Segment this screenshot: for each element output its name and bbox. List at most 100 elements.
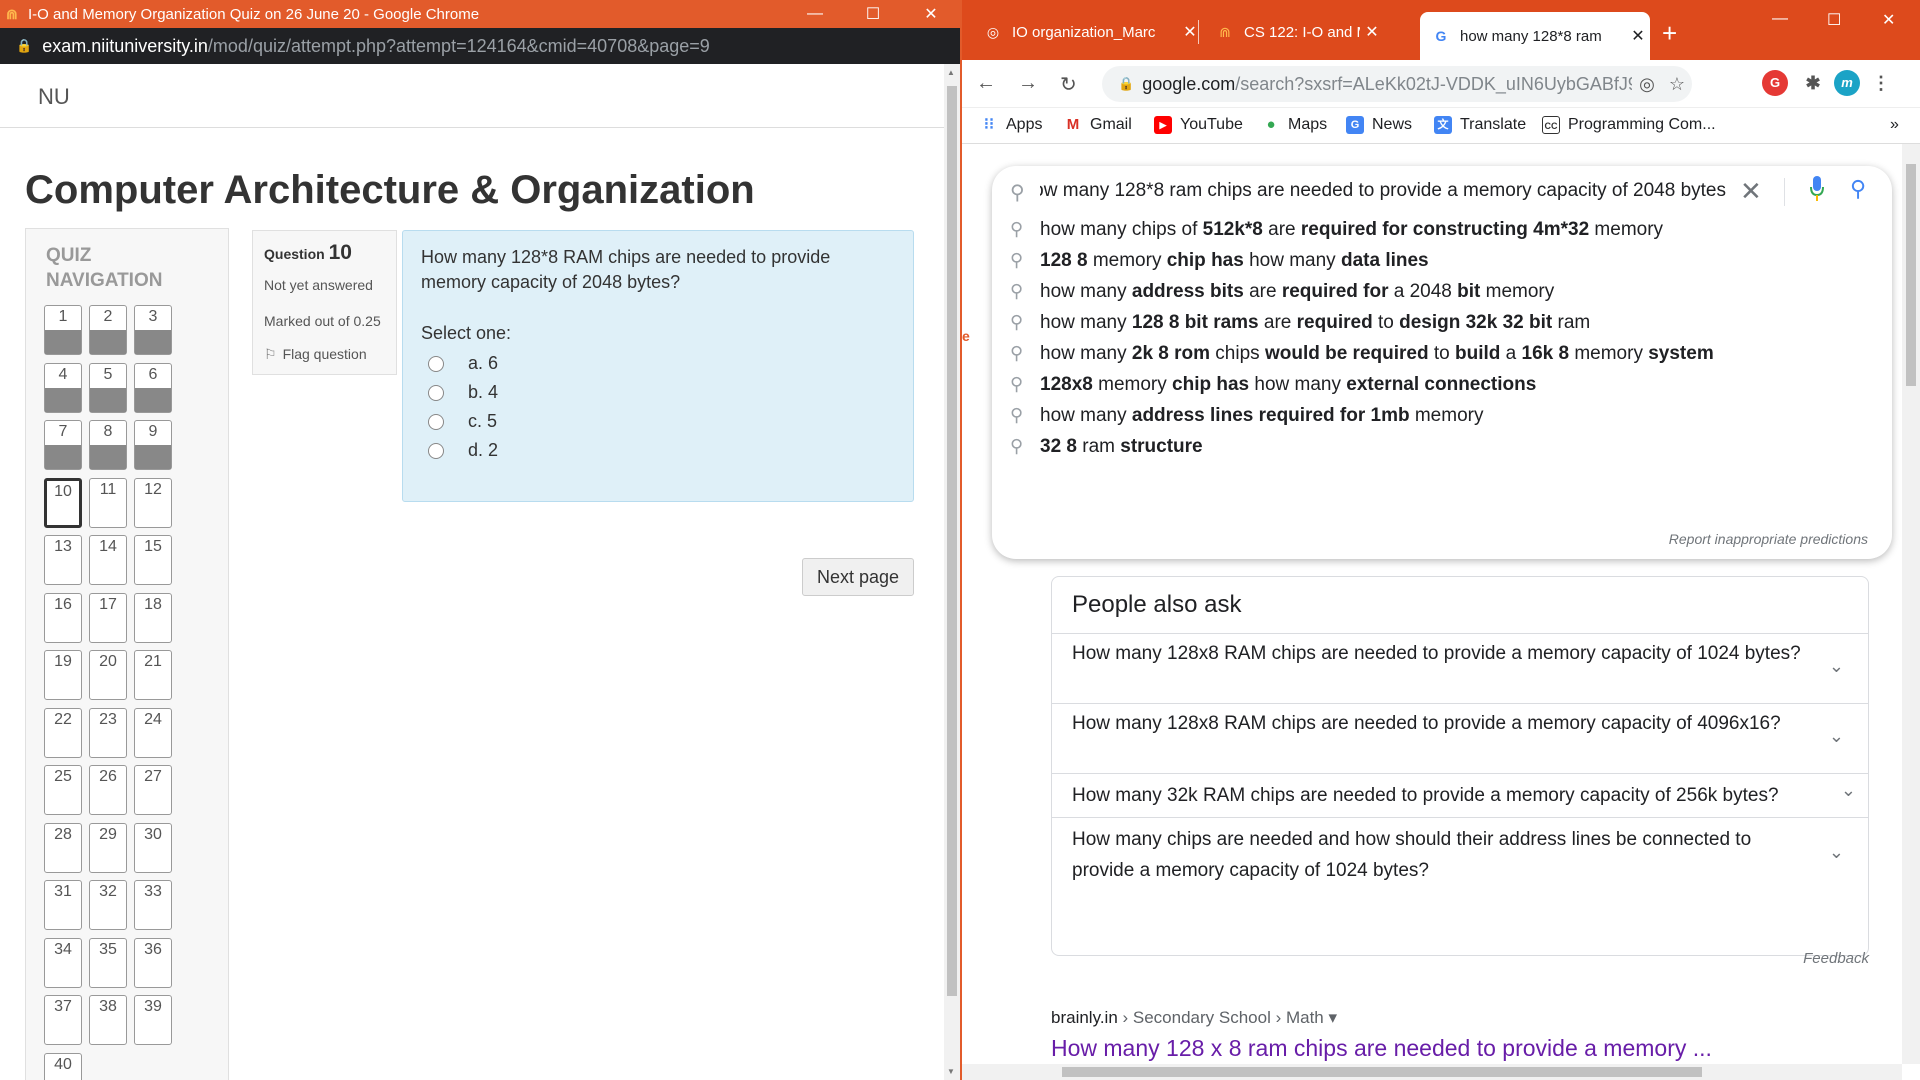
tab-google-search[interactable]: G how many 128*8 ram ✕ [1420,12,1650,60]
scrollbar-thumb[interactable] [1062,1067,1702,1077]
quiz-nav-button-35[interactable]: 35 [89,937,127,988]
bookmark-apps[interactable]: ⁝⁝ Apps [980,116,1042,134]
extensions-puzzle-icon[interactable]: ✱ [1800,70,1826,96]
radio-button[interactable] [428,413,444,430]
quiz-nav-button-5[interactable]: 5 [89,362,127,413]
quiz-nav-button-13[interactable]: 13 [44,535,82,585]
horizontal-scrollbar[interactable] [962,1064,1902,1080]
quiz-nav-button-3[interactable]: 3 [134,305,172,355]
quiz-nav-button-14[interactable]: 14 [89,535,127,585]
reload-icon[interactable]: ↻ [1060,72,1077,97]
close-tab-icon[interactable]: ✕ [1626,26,1650,46]
flag-question-link[interactable]: ⚐ Flag question [264,346,367,363]
quiz-nav-button-38[interactable]: 38 [89,995,127,1045]
location-icon[interactable]: ◎ [1632,74,1662,95]
new-tab-icon[interactable]: + [1662,18,1677,49]
quiz-nav-button-11[interactable]: 11 [89,477,127,528]
radio-button[interactable] [428,442,444,459]
quiz-nav-button-7[interactable]: 7 [44,420,82,470]
quiz-nav-button-26[interactable]: 26 [89,765,127,815]
minimize-icon[interactable]: — [786,5,844,23]
radio-button[interactable] [428,384,444,401]
scroll-down-icon[interactable]: ▼ [947,1067,955,1076]
menu-icon[interactable]: ⋮ [1868,70,1894,96]
bookmarks-overflow-icon[interactable]: » [1890,116,1899,134]
minimize-icon[interactable]: — [1772,10,1788,28]
bookmark-gmail[interactable]: M Gmail [1064,116,1132,134]
quiz-nav-button-30[interactable]: 30 [134,822,172,873]
clear-search-icon[interactable]: ✕ [1740,176,1762,207]
quiz-nav-button-6[interactable]: 6 [134,362,172,413]
quiz-nav-button-2[interactable]: 2 [89,305,127,355]
site-logo[interactable]: NU [38,84,70,110]
result-cite[interactable]: brainly.in › Secondary School › Math ▾ [1051,1008,1337,1028]
suggestion-item[interactable]: ⚲ how many 2k 8 rom chips would be requir… [992,338,1892,369]
quiz-nav-button-22[interactable]: 22 [44,707,82,758]
quiz-nav-button-21[interactable]: 21 [134,650,172,700]
suggestion-item[interactable]: ⚲ how many chips of 512k*8 are required f… [992,214,1892,245]
profile-avatar[interactable]: m [1834,70,1860,96]
quiz-nav-button-27[interactable]: 27 [134,765,172,815]
quiz-nav-button-17[interactable]: 17 [89,592,127,643]
answer-option[interactable]: c. 5 [428,411,497,432]
quiz-nav-button-32[interactable]: 32 [89,880,127,930]
answer-option[interactable]: b. 4 [428,382,498,403]
voice-search-icon[interactable] [1810,176,1824,202]
close-icon[interactable]: ✕ [902,4,960,24]
vertical-scrollbar[interactable]: ▲ ▼ [944,64,960,1080]
quiz-nav-button-29[interactable]: 29 [89,822,127,873]
quiz-nav-button-28[interactable]: 28 [44,822,82,873]
radio-button[interactable] [428,355,444,372]
vertical-scrollbar[interactable] [1902,144,1920,1064]
close-tab-icon[interactable]: ✕ [1360,22,1384,42]
search-input[interactable]: how many 128*8 ram chips are needed to p… [1040,180,1726,208]
suggestion-item[interactable]: ⚲ 128x8 memory chip has how many external… [992,369,1892,400]
quiz-nav-button-24[interactable]: 24 [134,707,172,758]
quiz-nav-button-16[interactable]: 16 [44,592,82,643]
quiz-nav-button-18[interactable]: 18 [134,592,172,643]
close-icon[interactable]: ✕ [1882,10,1895,30]
scroll-up-icon[interactable]: ▲ [947,68,955,77]
result-title-link[interactable]: How many 128 x 8 ram chips are needed to… [1051,1035,1712,1062]
chevron-down-icon[interactable]: ⌄ [1829,726,1844,747]
google-search-icon[interactable]: ⚲ [1850,176,1866,202]
bookmark-programming[interactable]: CC Programming Com... [1542,116,1716,134]
forward-icon[interactable]: → [1018,72,1038,95]
report-predictions-link[interactable]: Report inappropriate predictions [1669,531,1868,547]
quiz-nav-button-8[interactable]: 8 [89,420,127,470]
search-box[interactable]: ⚲ how many 128*8 ram chips are needed to… [992,166,1892,559]
quiz-nav-button-23[interactable]: 23 [89,707,127,758]
suggestion-item[interactable]: ⚲ 128 8 memory chip has how many data lin… [992,245,1892,276]
quiz-nav-button-15[interactable]: 15 [134,535,172,585]
chevron-down-icon[interactable]: ⌄ [1829,656,1844,677]
bookmark-youtube[interactable]: ▶ YouTube [1154,116,1243,134]
feedback-link[interactable]: Feedback [1803,950,1869,967]
quiz-nav-button-19[interactable]: 19 [44,650,82,700]
answer-option[interactable]: a. 6 [428,353,498,374]
paa-question[interactable]: How many 128x8 RAM chips are needed to p… [1052,703,1868,773]
quiz-nav-button-12[interactable]: 12 [134,477,172,528]
tab-io-organization[interactable]: ◎ IO organization_Marc ✕ [972,12,1202,52]
back-icon[interactable]: ← [976,72,996,95]
paa-question[interactable]: How many 32k RAM chips are needed to pro… [1052,773,1868,817]
quiz-nav-button-36[interactable]: 36 [134,937,172,988]
quiz-nav-button-1[interactable]: 1 [44,305,82,355]
chevron-down-icon[interactable]: ⌄ [1841,780,1856,801]
quiz-nav-button-34[interactable]: 34 [44,937,82,988]
bookmark-maps[interactable]: ● Maps [1262,116,1327,134]
address-bar[interactable]: 🔒 exam.niituniversity.in/mod/quiz/attemp… [0,28,960,64]
bookmark-news[interactable]: G News [1346,116,1412,134]
maximize-icon[interactable]: ☐ [1827,10,1841,30]
suggestion-item[interactable]: ⚲ how many address lines required for 1mb… [992,400,1892,431]
answer-option[interactable]: d. 2 [428,440,498,461]
bookmark-translate[interactable]: 文 Translate [1434,116,1526,134]
quiz-nav-button-33[interactable]: 33 [134,880,172,930]
tab-cs122[interactable]: ⋒ CS 122: I-O and Mem ✕ [1204,12,1384,52]
quiz-nav-button-25[interactable]: 25 [44,765,82,815]
suggestion-item[interactable]: ⚲ how many address bits are required for … [992,276,1892,307]
suggestion-item[interactable]: ⚲ 32 8 ram structure [992,431,1892,462]
quiz-nav-button-9[interactable]: 9 [134,420,172,470]
scrollbar-thumb[interactable] [1906,164,1916,386]
maximize-icon[interactable]: ☐ [844,4,902,24]
quiz-nav-button-40[interactable]: 40 [44,1052,82,1080]
